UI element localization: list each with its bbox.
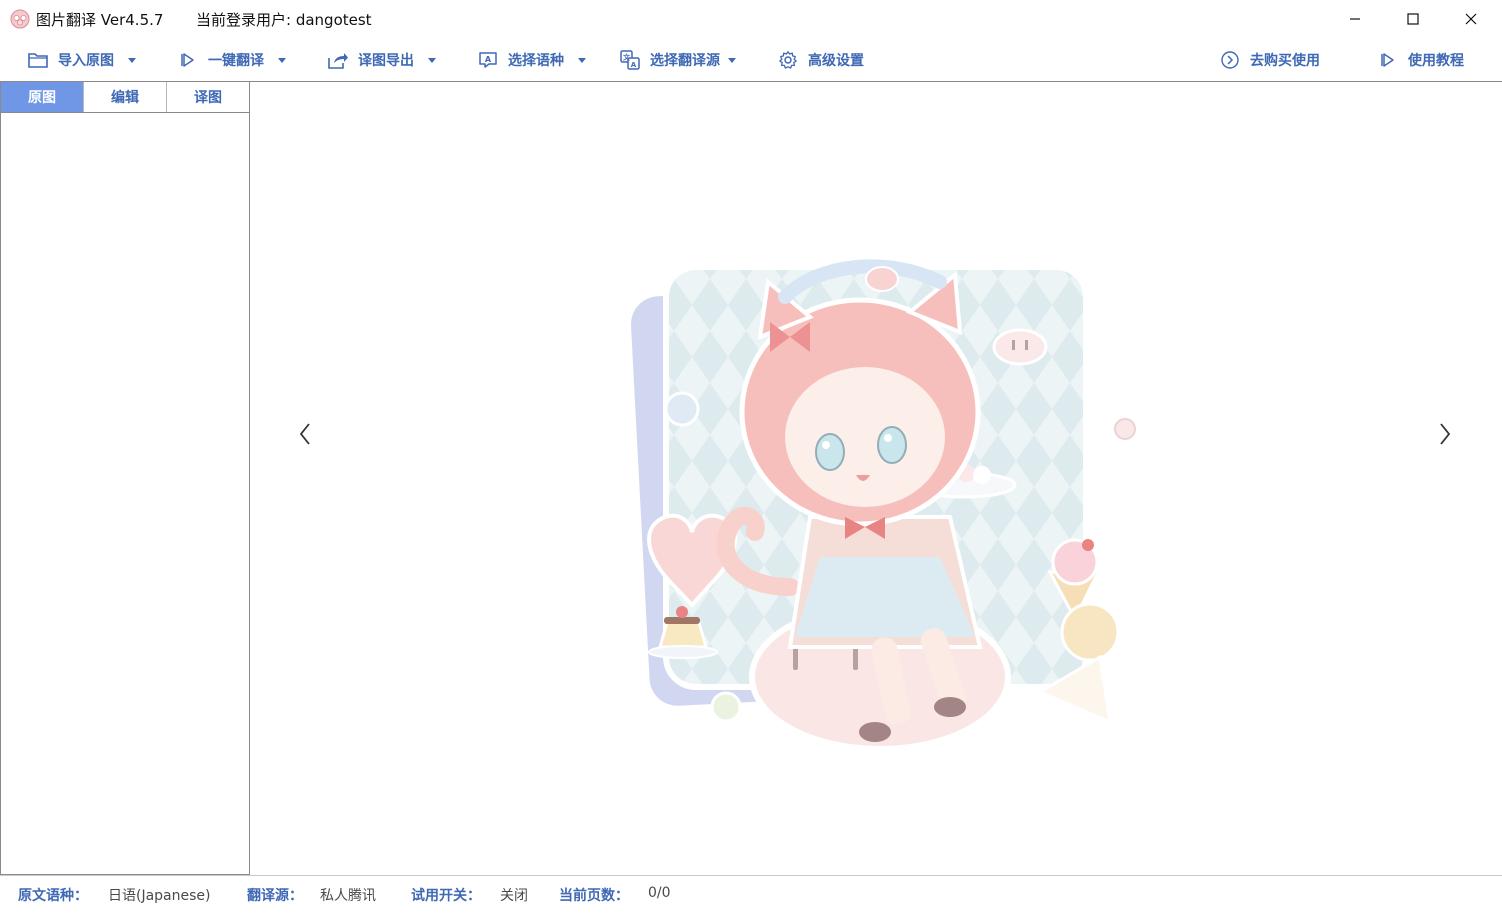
translation-source-label: 翻译源： bbox=[247, 888, 303, 904]
export-translation-button[interactable]: 译图导出 bbox=[326, 48, 436, 72]
current-page-value: 0/0 bbox=[648, 885, 671, 901]
status-bar: 原文语种： 日语(Japanese) 翻译源： 私人腾讯 试用开关： 关闭 当前… bbox=[0, 875, 1502, 914]
chevron-down-icon[interactable] bbox=[278, 57, 286, 63]
trial-switch-label: 试用开关： bbox=[411, 888, 481, 904]
language-icon: A bbox=[476, 48, 500, 72]
app-title: 图片翻译 Ver4.5.7 bbox=[36, 11, 164, 29]
share-export-icon bbox=[326, 48, 350, 72]
toolbar: 导入原图 一键翻译 译图导出 A 选择语种 文A 选择翻译源 高级设置 去购买使… bbox=[0, 40, 1502, 80]
next-image-button[interactable] bbox=[1430, 414, 1460, 454]
import-image-button[interactable]: 导入原图 bbox=[26, 48, 136, 72]
tutorial-button[interactable]: 使用教程 bbox=[1376, 48, 1464, 72]
close-icon bbox=[1465, 13, 1477, 25]
image-list[interactable] bbox=[1, 113, 249, 874]
minimize-icon bbox=[1350, 18, 1360, 20]
mascot-illustration bbox=[620, 227, 1160, 752]
export-translation-label: 译图导出 bbox=[358, 53, 414, 69]
source-language-label: 原文语种： bbox=[18, 888, 88, 904]
buy-button[interactable]: 去购买使用 bbox=[1218, 48, 1320, 72]
current-page-label: 当前页数： bbox=[559, 888, 629, 904]
advanced-settings-label: 高级设置 bbox=[808, 53, 864, 69]
chevron-down-icon[interactable] bbox=[728, 57, 736, 63]
current-user-label: 当前登录用户: dangotest bbox=[196, 11, 372, 29]
gear-icon bbox=[776, 48, 800, 72]
chevron-left-icon bbox=[299, 423, 310, 445]
one-click-translate-button[interactable]: 一键翻译 bbox=[176, 48, 286, 72]
chevron-right-icon bbox=[1440, 423, 1451, 445]
tutorial-label: 使用教程 bbox=[1408, 53, 1464, 69]
import-image-label: 导入原图 bbox=[58, 53, 114, 69]
title-bar: 图片翻译 Ver4.5.7 当前登录用户: dangotest bbox=[0, 0, 1502, 38]
select-translation-source-button[interactable]: 文A 选择翻译源 bbox=[618, 48, 736, 72]
app-logo-icon bbox=[10, 9, 30, 29]
select-language-label: 选择语种 bbox=[508, 53, 564, 69]
previous-image-button[interactable] bbox=[290, 414, 320, 454]
chevron-down-icon[interactable] bbox=[578, 57, 586, 63]
tab-edit[interactable]: 编辑 bbox=[84, 82, 167, 112]
folder-icon bbox=[26, 48, 50, 72]
chevron-down-icon[interactable] bbox=[428, 57, 436, 63]
chevron-down-icon[interactable] bbox=[128, 57, 136, 63]
view-tabs: 原图 编辑 译图 bbox=[1, 82, 249, 113]
translation-source-value: 私人腾讯 bbox=[320, 888, 376, 904]
tab-translated[interactable]: 译图 bbox=[167, 82, 249, 112]
tab-original[interactable]: 原图 bbox=[1, 82, 84, 112]
source-language-value: 日语(Japanese) bbox=[108, 888, 211, 904]
play-icon bbox=[176, 48, 200, 72]
maximize-button[interactable] bbox=[1384, 0, 1442, 38]
trial-switch-value: 关闭 bbox=[500, 888, 528, 904]
one-click-translate-label: 一键翻译 bbox=[208, 53, 264, 69]
buy-label: 去购买使用 bbox=[1250, 53, 1320, 69]
image-preview-area bbox=[249, 81, 1502, 875]
play-icon bbox=[1376, 48, 1400, 72]
svg-text:A: A bbox=[485, 55, 492, 64]
circle-chevron-right-icon bbox=[1218, 48, 1242, 72]
minimize-button[interactable] bbox=[1326, 0, 1384, 38]
translate-source-icon: 文A bbox=[618, 48, 642, 72]
svg-text:A: A bbox=[631, 61, 637, 69]
close-button[interactable] bbox=[1442, 0, 1500, 38]
left-panel: 原图 编辑 译图 bbox=[0, 81, 250, 875]
advanced-settings-button[interactable]: 高级设置 bbox=[776, 48, 864, 72]
select-translation-source-label: 选择翻译源 bbox=[650, 53, 720, 69]
select-language-button[interactable]: A 选择语种 bbox=[476, 48, 586, 72]
maximize-icon bbox=[1407, 13, 1419, 25]
